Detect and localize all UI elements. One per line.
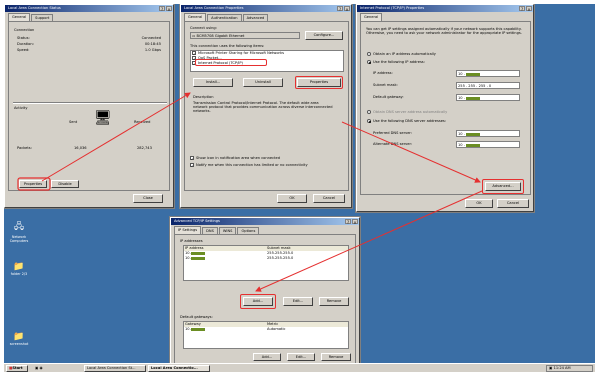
arrow-properties-to-tcpip [41,92,191,182]
quick-launch[interactable]: ▣ ◉ [32,365,56,372]
arrow-properties-to-advanced [341,121,481,183]
task-label: Local Area Connectio... [151,366,198,370]
explorer-icon: ◉ [39,366,43,370]
taskbar-item-properties[interactable]: Local Area Connectio... [148,365,210,372]
arrow-advanced-to-add [255,190,483,292]
taskbar: ■Start ▣ ◉ Local Area Connection St... L… [4,363,595,372]
system-tray: ▣ 11:24 AM [546,365,593,372]
start-label: Start [12,366,23,370]
desktop: 🖧 Network Computers 📁 folder 2/3 📁 scree… [4,4,595,372]
clock[interactable]: 11:24 AM [554,366,571,370]
start-button[interactable]: ■Start [6,365,28,372]
highlight-status-properties [17,177,51,191]
instruction-arrows [17,92,483,292]
task-label: Local Area Connection St... [87,366,136,370]
taskbar-item-status[interactable]: Local Area Connection St... [84,365,146,372]
network-tray-icon[interactable]: ▣ [549,366,552,370]
